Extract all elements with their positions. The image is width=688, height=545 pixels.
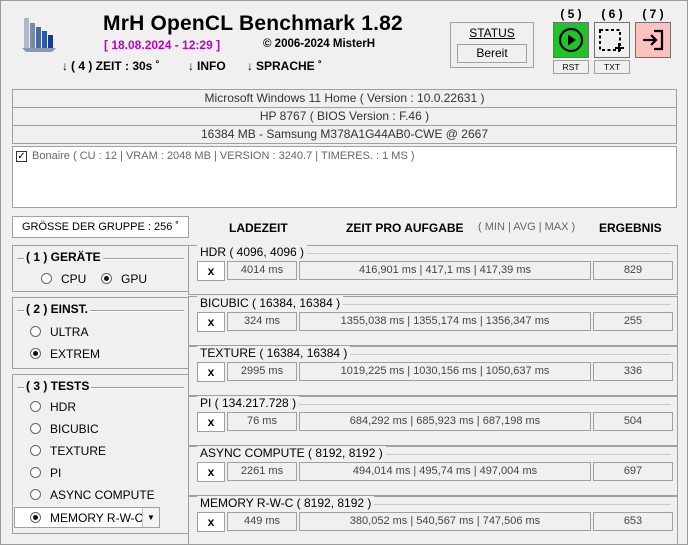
col-head-load: LADEZEIT — [229, 221, 288, 235]
device-checkbox[interactable]: ✓ — [16, 151, 27, 162]
radio-button[interactable] — [30, 348, 41, 359]
arrow-down-icon: ↓ — [188, 59, 194, 73]
test-name: MEMORY R-W-C ( 8192, 8192 ) — [197, 496, 375, 510]
app-title: MrH OpenCL Benchmark 1.82 — [103, 12, 403, 35]
result-field: 653 — [593, 512, 673, 531]
devices-panel: ( 1 ) GERÄTE CPU GPU — [12, 245, 189, 292]
start-button[interactable] — [553, 22, 589, 58]
load-time-field: 449 ms — [227, 512, 297, 531]
chevron-down-icon[interactable]: ▼ — [142, 508, 159, 527]
shortcut-label-6: ( 6 ) — [601, 7, 623, 21]
play-icon — [558, 27, 584, 53]
screenshot-button[interactable] — [594, 22, 630, 58]
device-list: ✓ Bonaire ( CU : 12 | VRAM : 2048 MB | V… — [12, 146, 677, 208]
copyright: © 2006-2024 MisterH — [263, 38, 376, 50]
time-per-task-field: 416,901 ms | 417,1 ms | 417,39 ms — [299, 261, 591, 280]
test-row-memory: MEMORY R-W-C ( 8192, 8192 ) x 449 ms 380… — [188, 496, 678, 545]
cancel-test-button[interactable]: x — [197, 512, 225, 532]
settings-panel-title: ( 2 ) EINST. — [24, 302, 91, 316]
devices-panel-title: ( 1 ) GERÄTE — [24, 250, 103, 264]
bios-info: HP 8767 ( BIOS Version : F.46 ) — [12, 107, 677, 126]
result-field: 255 — [593, 312, 673, 331]
time-per-task-field: 1355,038 ms | 1355,174 ms | 1356,347 ms — [299, 312, 591, 331]
test-row-texture: TEXTURE ( 16384, 16384 ) x 2995 ms 1019,… — [188, 346, 678, 396]
shortcut-label-7: ( 7 ) — [642, 7, 664, 21]
result-field: 336 — [593, 362, 673, 381]
radio-button[interactable] — [30, 512, 41, 523]
radio-button[interactable] — [30, 445, 41, 456]
reset-button[interactable]: RST — [553, 60, 589, 74]
radio-button[interactable] — [30, 489, 41, 500]
load-time-field: 324 ms — [227, 312, 297, 331]
load-time-field: 76 ms — [227, 412, 297, 431]
test-row-hdr: HDR ( 4096, 4096 ) x 4014 ms 416,901 ms … — [188, 245, 678, 295]
group-size-button[interactable]: GRÖSSE DER GRUPPE : 256 ˚ — [12, 216, 189, 238]
test-select-dropdown[interactable]: MEMORY R-W-C ▼ — [14, 507, 160, 528]
status-value: Bereit — [457, 44, 527, 63]
cancel-test-button[interactable]: x — [197, 462, 225, 482]
radio-button[interactable] — [30, 401, 41, 412]
arrow-down-icon: ↓ — [247, 59, 253, 73]
cancel-test-button[interactable]: x — [197, 362, 225, 382]
text-export-button[interactable]: TXT — [594, 60, 630, 74]
test-row-async: ASYNC COMPUTE ( 8192, 8192 ) x 2261 ms 4… — [188, 446, 678, 496]
memory-info: 16384 MB - Samsung M378A1G44AB0-CWE @ 26… — [12, 125, 677, 144]
col-head-time: ZEIT PRO AUFGABE — [346, 221, 464, 235]
time-per-task-field: 494,014 ms | 495,74 ms | 497,004 ms — [299, 462, 591, 481]
arrow-down-icon: ↓ — [62, 59, 68, 73]
test-row-bicubic: BICUBIC ( 16384, 16384 ) x 324 ms 1355,0… — [188, 296, 678, 346]
exit-icon — [643, 29, 664, 51]
settings-panel: ( 2 ) EINST. ULTRA EXTREM — [12, 297, 189, 369]
col-head-result: ERGEBNIS — [599, 221, 662, 235]
load-time-field: 2995 ms — [227, 362, 297, 381]
menu-time[interactable]: ↓( 4 ) ZEIT : 30s ˚ — [62, 59, 160, 73]
cancel-test-button[interactable]: x — [197, 261, 225, 281]
menu-info[interactable]: ↓ INFO — [188, 59, 226, 73]
shortcut-label-5: ( 5 ) — [560, 7, 582, 21]
time-per-task-field: 380,052 ms | 540,567 ms | 747,506 ms — [299, 512, 591, 531]
status-label: STATUS — [469, 26, 515, 40]
date-time: [ 18.08.2024 - 12:29 ] — [104, 38, 221, 52]
exit-button[interactable] — [635, 22, 671, 58]
test-name: PI ( 134.217.728 ) — [197, 396, 300, 410]
cancel-test-button[interactable]: x — [197, 412, 225, 432]
os-info: Microsoft Windows 11 Home ( Version : 10… — [12, 89, 677, 108]
col-head-minmax: ( MIN | AVG | MAX ) — [478, 221, 576, 233]
test-row-pi: PI ( 134.217.728 ) x 76 ms 684,292 ms | … — [188, 396, 678, 446]
radio-button[interactable] — [30, 467, 41, 478]
result-field: 504 — [593, 412, 673, 431]
cancel-test-button[interactable]: x — [197, 312, 225, 332]
test-name: BICUBIC ( 16384, 16384 ) — [197, 296, 344, 310]
radio-button[interactable] — [41, 273, 52, 284]
app-logo-icon — [20, 14, 60, 54]
radio-button[interactable] — [101, 273, 112, 284]
load-time-field: 2261 ms — [227, 462, 297, 481]
tests-panel-title: ( 3 ) TESTS — [24, 379, 92, 393]
radio-button[interactable] — [30, 326, 41, 337]
test-name: HDR ( 4096, 4096 ) — [197, 245, 308, 259]
result-field: 829 — [593, 261, 673, 280]
device-label: Bonaire ( CU : 12 | VRAM : 2048 MB | VER… — [32, 150, 415, 162]
test-name: TEXTURE ( 16384, 16384 ) — [197, 346, 351, 360]
radio-button[interactable] — [30, 423, 41, 434]
result-field: 697 — [593, 462, 673, 481]
status-box: STATUS Bereit — [450, 22, 534, 68]
test-name: ASYNC COMPUTE ( 8192, 8192 ) — [197, 446, 386, 460]
menu-language[interactable]: ↓ SPRACHE ˚ — [247, 59, 322, 73]
load-time-field: 4014 ms — [227, 261, 297, 280]
screenshot-icon — [599, 29, 624, 52]
time-per-task-field: 1019,225 ms | 1030,156 ms | 1050,637 ms — [299, 362, 591, 381]
time-per-task-field: 684,292 ms | 685,923 ms | 687,198 ms — [299, 412, 591, 431]
